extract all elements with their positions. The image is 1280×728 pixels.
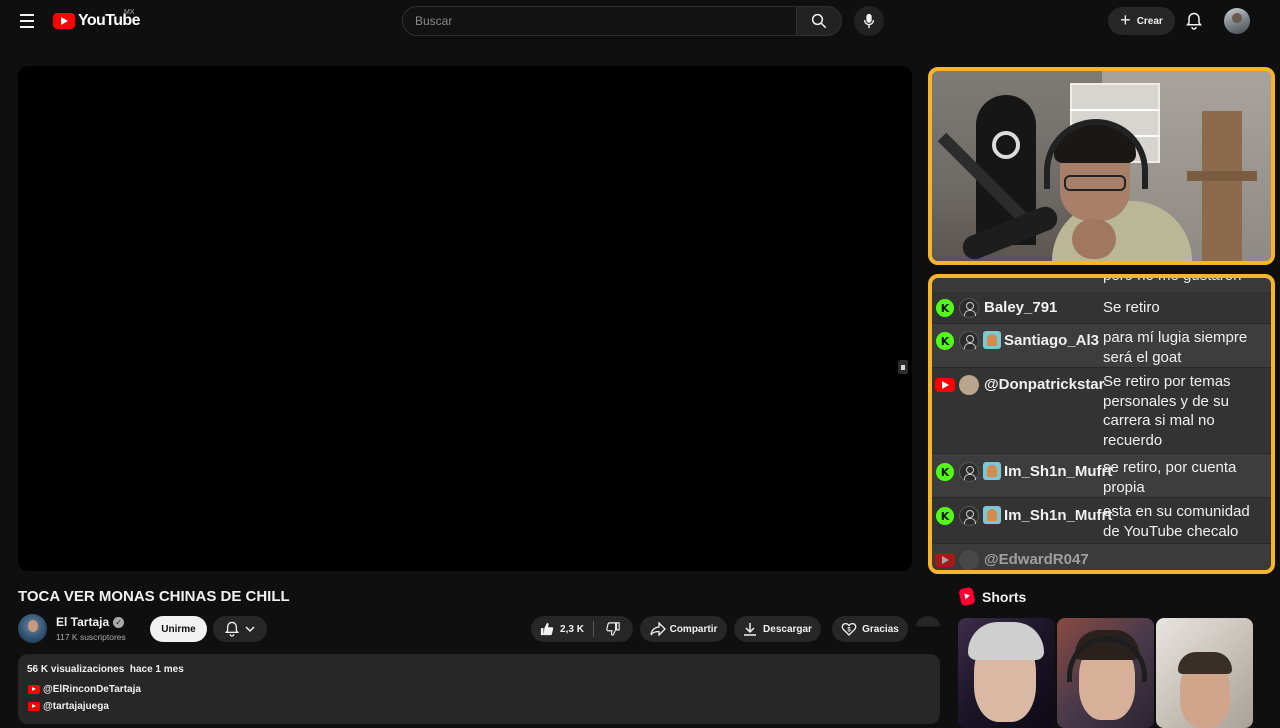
chat-username: @Donpatrickstar (984, 376, 1105, 393)
thumbs-up-icon (540, 622, 554, 636)
channel-name[interactable]: El Tartaja (56, 615, 109, 629)
short-thumbnail[interactable] (958, 618, 1055, 728)
youtube-logo[interactable]: YouTube MX (53, 9, 140, 30)
chevron-down-icon (245, 626, 255, 633)
channel-avatar[interactable] (18, 614, 47, 643)
shorts-header: Shorts (958, 586, 1027, 607)
user-icon (959, 462, 979, 482)
join-button[interactable]: Unirme (150, 616, 207, 642)
youtube-icon (28, 685, 40, 694)
webcam-overlay (928, 67, 1275, 265)
search-icon (811, 13, 827, 29)
youtube-icon (28, 702, 40, 711)
short-thumbnail[interactable] (1057, 618, 1154, 728)
share-icon (649, 622, 666, 636)
video-player[interactable] (18, 66, 912, 571)
subscriber-badge-icon (983, 506, 1001, 524)
menu-icon[interactable] (12, 6, 42, 36)
shorts-icon (958, 586, 976, 607)
channel-link-label[interactable]: @tartajajuega (43, 701, 109, 712)
chat-username: Im_Sh1n_Mufrt (1004, 507, 1113, 524)
subscriber-badge-icon (983, 331, 1001, 349)
chat-message: esta en su comunidad de YouTube checalo (1103, 503, 1250, 540)
chat-row: K Im_Sh1n_Mufrt se retiro, por cuenta pr… (932, 454, 1271, 498)
top-bar: YouTube MX + Crear (0, 0, 1280, 42)
user-icon (959, 331, 979, 351)
thanks-button[interactable]: $ Gracias (832, 616, 908, 642)
subscription-notifications-button[interactable] (213, 616, 267, 642)
voice-search-button[interactable] (854, 6, 884, 36)
glasses (1064, 175, 1126, 191)
video-title: TOCA VER MONAS CHINAS DE CHILL (18, 588, 290, 605)
download-button[interactable]: Descargar (734, 616, 821, 642)
chat-row: @EdwardR047 (932, 544, 1271, 570)
chat-message: Se retiro (1103, 299, 1160, 316)
thumbs-down-icon (606, 622, 620, 636)
microphone-icon (863, 13, 875, 29)
view-count: 56 K visualizaciones (27, 664, 125, 675)
share-button[interactable]: Compartir (640, 616, 727, 642)
channel-name-row[interactable]: El Tartaja ✓ (56, 615, 125, 629)
chat-username: @EdwardR047 (984, 551, 1089, 568)
kick-icon: K (936, 463, 954, 481)
chat-username: Baley_791 (984, 299, 1058, 316)
kick-icon: K (936, 299, 954, 317)
region-label: MX (124, 9, 135, 16)
bell-icon (1186, 12, 1202, 30)
user-avatar (959, 550, 979, 570)
user-avatar (959, 375, 979, 395)
youtube-play-icon (53, 13, 75, 29)
chat-username: Santiago_Al3 (1004, 332, 1100, 349)
like-count: 2,3 K (560, 623, 584, 635)
bell-icon (225, 621, 239, 637)
description-link[interactable]: @tartajajuega (28, 701, 109, 712)
chat-message-cut: pero no me gustaron (1103, 274, 1242, 284)
chat-row: @Donpatrickstar Se retiro por temas pers… (932, 368, 1271, 454)
chat-row: K Im_Sh1n_Mufrt esta en su comunidad de … (932, 498, 1271, 544)
channel-link-label[interactable]: @ElRinconDeTartaja (43, 684, 141, 695)
kick-icon: K (936, 332, 954, 350)
user-icon (959, 506, 979, 526)
create-label: Crear (1136, 15, 1163, 27)
chat-message: Se retiro por temas personales y de su c… (1103, 373, 1231, 449)
youtube-icon (935, 378, 955, 392)
chat-message: se retiro, por cuenta propia (1103, 459, 1237, 496)
stream-chat-overlay: pero no me gustaron K Baley_791 Se retir… (928, 274, 1275, 574)
user-icon (959, 298, 979, 318)
download-icon (744, 623, 757, 636)
subscriber-count: 117 K suscriptores (56, 632, 126, 642)
download-label: Descargar (763, 623, 812, 635)
chat-row: K Santiago_Al3 para mí lugia siempre ser… (932, 324, 1271, 368)
short-thumbnail[interactable] (1156, 618, 1253, 728)
subscriber-badge-icon (983, 462, 1001, 480)
upload-date: hace 1 mes (129, 664, 184, 675)
chat-username: Im_Sh1n_Mufrt (1004, 463, 1113, 480)
youtube-icon (935, 553, 955, 567)
chat-row: K Baley_791 Se retiro (932, 292, 1271, 324)
search-button[interactable] (797, 6, 842, 36)
like-button[interactable]: 2,3 K (531, 621, 594, 637)
notifications-button[interactable] (1182, 9, 1206, 33)
create-button[interactable]: + Crear (1108, 7, 1175, 35)
account-avatar[interactable] (1224, 8, 1250, 34)
search-input[interactable] (403, 7, 796, 35)
lock-icon (898, 360, 908, 374)
more-actions-button[interactable] (915, 616, 941, 627)
plus-icon: + (1120, 10, 1131, 30)
kick-icon: K (936, 507, 954, 525)
search-box (402, 6, 797, 36)
thanks-label: Gracias (862, 623, 899, 635)
chat-message: para mí lugia siempre será el goat (1103, 329, 1248, 366)
share-label: Compartir (669, 623, 718, 635)
shorts-title: Shorts (982, 588, 1027, 605)
verified-icon: ✓ (113, 616, 125, 628)
heart-dollar-icon: $ (841, 622, 857, 636)
dislike-button[interactable] (594, 622, 632, 636)
like-dislike-group: 2,3 K (531, 616, 633, 642)
cat-tree (1202, 111, 1242, 261)
description-link[interactable]: @ElRinconDeTartaja (28, 684, 141, 695)
description-meta: 56 K visualizaciones hace 1 mes (27, 664, 184, 675)
